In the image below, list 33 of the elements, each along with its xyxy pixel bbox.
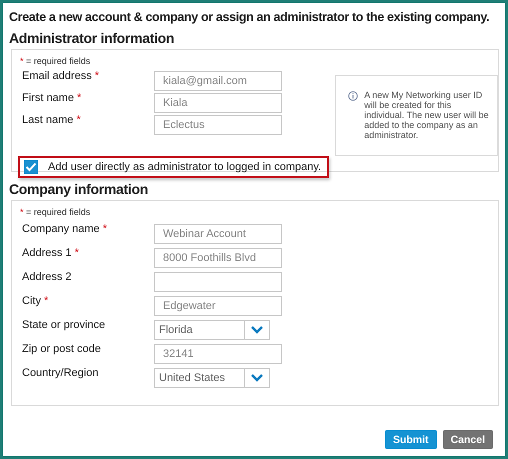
dropdown[interactable]: Florida <box>154 320 270 340</box>
page-title: Create a new account & company or assign an administrator to the existing company. <box>9 9 490 26</box>
field-label: State or province <box>21 318 106 332</box>
required-note: * = required fields <box>20 207 92 217</box>
field-label: Zip or post code <box>21 342 102 356</box>
section-heading: Company information <box>9 180 149 199</box>
input-field[interactable]: Eclectus <box>154 115 282 135</box>
input-field[interactable]: kiala@gmail.com <box>154 71 282 91</box>
section-heading: Administrator information <box>9 29 176 48</box>
field-label: Last name * <box>21 113 82 127</box>
info-text: A new My Networking user ID will be created for this individual. The new user will be added to the company as an administrator. <box>364 90 489 140</box>
field-label: Address 1 * <box>21 246 80 260</box>
field-label: First name * <box>21 91 82 105</box>
input-field[interactable]: 32141 <box>154 344 282 364</box>
chevron-down-icon <box>251 326 263 334</box>
cancel-button[interactable]: Cancel <box>442 430 493 449</box>
dropdown[interactable]: United States <box>154 368 270 388</box>
input-field[interactable]: Edgewater <box>154 296 282 316</box>
required-note: * = required fields <box>20 56 92 66</box>
info-icon <box>348 91 358 101</box>
field-label: Country/Region <box>21 366 100 380</box>
field-label: Email address * <box>21 69 100 83</box>
input-field[interactable]: Webinar Account <box>154 224 282 244</box>
field-label: Company name * <box>21 222 108 236</box>
input-field[interactable]: Kiala <box>154 93 282 113</box>
submit-button[interactable]: Submit <box>384 430 437 449</box>
checkbox-label: Add user directly as administrator to logged in company. <box>48 161 322 173</box>
input-field[interactable] <box>154 272 282 292</box>
field-label: Address 2 <box>21 270 73 284</box>
field-label: City * <box>21 294 50 308</box>
input-field[interactable]: 8000 Foothills Blvd <box>154 248 282 268</box>
checkbox[interactable] <box>24 160 38 174</box>
chevron-down-icon <box>251 374 263 382</box>
